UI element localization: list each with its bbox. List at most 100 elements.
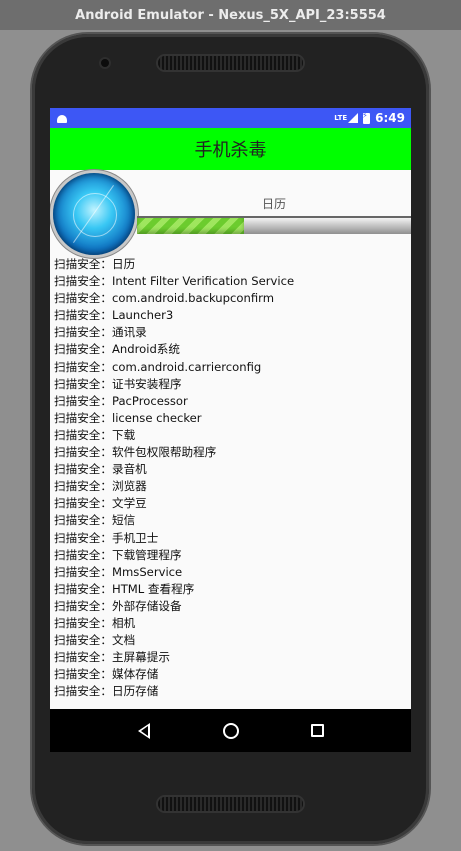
status-time: 6:49 [375, 111, 405, 125]
scan-log-app-name: 录音机 [111, 462, 147, 477]
scan-log-item: 扫描安全：媒体存储 [54, 666, 411, 683]
scan-log-app-name: 日历存储 [111, 684, 159, 699]
android-debug-icon [56, 113, 68, 123]
scan-log-app-name: Android系统 [111, 342, 180, 357]
scan-log-app-name: com.android.backupconfirm [111, 291, 274, 306]
scan-log-item: 扫描安全：日历存储 [54, 683, 411, 700]
scan-log-item: 扫描安全：下载 [54, 427, 411, 444]
device-screen: LTE 6:49 手机杀毒 日历 扫描安全：日历扫描安全：Intent Filt… [50, 108, 411, 752]
scan-log-item: 扫描安全：日历 [54, 256, 411, 273]
scan-log-prefix: 扫描安全： [54, 496, 112, 511]
scan-panel: 日历 [50, 170, 411, 256]
scan-log-prefix: 扫描安全： [54, 359, 112, 374]
home-circle-icon [222, 722, 239, 739]
scan-log-prefix: 扫描安全： [54, 598, 112, 613]
scan-log-app-name: HTML 查看程序 [111, 581, 195, 596]
scan-log-item: 扫描安全：Intent Filter Verification Service [54, 273, 411, 290]
status-bar: LTE 6:49 [50, 108, 411, 128]
scan-log-prefix: 扫描安全： [54, 445, 112, 460]
scan-log-prefix: 扫描安全： [54, 274, 112, 289]
scan-log-prefix: 扫描安全： [54, 684, 112, 699]
scan-progress-bar [137, 216, 411, 234]
scan-log-prefix: 扫描安全： [54, 530, 112, 545]
scan-log-item: 扫描安全：PacProcessor [54, 393, 411, 410]
nav-recents-button[interactable] [306, 719, 330, 743]
back-triangle-icon [137, 722, 150, 739]
scan-log-app-name: 证书安装程序 [111, 376, 182, 391]
scan-log-app-name: 日历 [111, 257, 136, 271]
app-title: 手机杀毒 [194, 140, 267, 161]
scan-log-item: 扫描安全：Launcher3 [54, 307, 411, 324]
scan-log-list: 扫描安全：日历 扫描安全：Intent Filter Verification S… [50, 256, 411, 700]
scan-log-app-name: 文学豆 [111, 496, 147, 511]
scan-log-item: 扫描安全：Android系统 [54, 341, 411, 358]
scan-log-item: 扫描安全：主屏幕提示 [54, 649, 411, 666]
scan-log-prefix: 扫描安全： [54, 564, 112, 579]
scan-log-item: 扫描安全：浏览器 [54, 478, 411, 495]
scan-log-prefix: 扫描安全： [54, 342, 112, 357]
scan-log-item: 扫描安全：文档 [54, 632, 411, 649]
scan-log-app-name: 文档 [111, 633, 136, 648]
scan-log-item: 扫描安全：com.android.backupconfirm [54, 290, 411, 307]
scan-log-app-name: 下载管理程序 [111, 547, 182, 562]
radar-scan-icon [53, 173, 135, 255]
scan-log-app-name: MmsService [111, 564, 183, 579]
scan-log-item: 扫描安全：短信 [54, 512, 411, 529]
scan-log-prefix: 扫描安全： [54, 410, 112, 425]
scan-log-item: 扫描安全：手机卫士 [54, 530, 411, 547]
scan-log-item: 扫描安全：通讯录 [54, 324, 411, 341]
nav-home-button[interactable] [219, 719, 243, 743]
scan-log-prefix: 扫描安全： [54, 257, 112, 271]
scan-log-item: 扫描安全：录音机 [54, 461, 411, 478]
scan-log-prefix: 扫描安全： [54, 462, 112, 477]
scan-log-prefix: 扫描安全： [54, 325, 112, 340]
scan-log-app-name: Launcher3 [111, 308, 174, 323]
scan-log-app-name: com.android.carrierconfig [111, 359, 262, 374]
scan-log-item: 扫描安全：证书安装程序 [54, 376, 411, 393]
lte-label: LTE [334, 114, 348, 122]
scan-log-prefix: 扫描安全： [54, 393, 112, 408]
scan-log-app-name: 通讯录 [111, 325, 147, 340]
front-camera [101, 59, 109, 67]
nav-back-button[interactable] [132, 719, 156, 743]
scan-log-prefix: 扫描安全： [54, 479, 112, 494]
top-speaker-grille [158, 56, 303, 70]
scan-log-prefix: 扫描安全： [54, 308, 112, 323]
scan-log-item: 扫描安全：下载管理程序 [54, 547, 411, 564]
scan-log-prefix: 扫描安全： [54, 291, 112, 306]
scan-log-prefix: 扫描安全： [54, 650, 112, 665]
signal-icon [348, 113, 359, 123]
scan-log-app-name: 媒体存储 [111, 667, 159, 682]
scan-log-prefix: 扫描安全： [54, 547, 112, 562]
scan-log-item: 扫描安全：license checker [54, 410, 411, 427]
scan-log-item: 扫描安全：软件包权限帮助程序 [54, 444, 411, 461]
bottom-speaker-grille [158, 797, 303, 811]
scan-log-app-name: 软件包权限帮助程序 [111, 445, 217, 460]
scan-log-prefix: 扫描安全： [54, 427, 112, 442]
recent-apps-square-icon [311, 724, 324, 737]
scan-log-app-name: 短信 [111, 513, 136, 528]
emulator-title-bar: Android Emulator - Nexus_5X_API_23:5554 [0, 0, 461, 30]
scan-log-prefix: 扫描安全： [54, 667, 112, 682]
window-title: Android Emulator - Nexus_5X_API_23:5554 [75, 7, 386, 23]
scan-log-app-name: 相机 [111, 615, 136, 630]
scan-log-app-name: 浏览器 [111, 479, 147, 494]
navigation-bar [50, 709, 411, 752]
scan-log-app-name: 手机卫士 [111, 530, 159, 545]
scan-log-app-name: Intent Filter Verification Service [111, 274, 295, 289]
scan-log-item: 扫描安全：相机 [54, 615, 411, 632]
app-bar: 手机杀毒 [50, 128, 411, 170]
scan-log-app-name: 外部存储设备 [111, 598, 182, 613]
scan-log-prefix: 扫描安全： [54, 376, 112, 391]
scan-log-app-name: 主屏幕提示 [111, 650, 170, 665]
battery-charging-icon [362, 111, 371, 124]
scan-log-item: 扫描安全：HTML 查看程序 [54, 581, 411, 598]
scan-log-prefix: 扫描安全： [54, 633, 112, 648]
current-scan-label: 日历 [261, 197, 286, 211]
scan-log-prefix: 扫描安全： [54, 615, 112, 630]
scan-log-item: 扫描安全：MmsService [54, 564, 411, 581]
scan-progress-fill [137, 218, 244, 234]
scan-log-prefix: 扫描安全： [54, 581, 112, 596]
scan-log-item: 扫描安全：com.android.carrierconfig [54, 359, 411, 376]
scan-log-prefix: 扫描安全： [54, 513, 112, 528]
